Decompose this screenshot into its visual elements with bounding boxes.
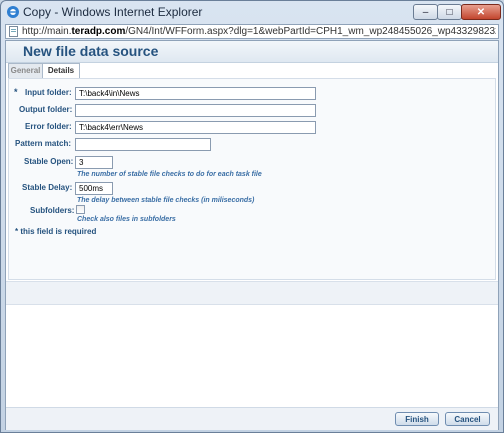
error-folder-label: Error folder: — [25, 122, 72, 131]
dialog-footer: Finish Cancel — [6, 407, 498, 430]
ie-icon — [7, 6, 19, 18]
address-url: http://main.teradp.com/GN4/Int/WFForm.as… — [22, 26, 496, 37]
tab-details[interactable]: Details — [42, 63, 80, 79]
details-panel: * Input folder: T:\back4\in\News Output … — [8, 78, 496, 280]
subfolders-label: Subfolders: — [30, 206, 75, 215]
close-button[interactable]: ✕ — [461, 4, 501, 20]
page-title: New file data source — [23, 43, 159, 59]
pattern-match-field[interactable] — [75, 138, 211, 151]
window-title: Copy - Windows Internet Explorer — [23, 5, 203, 19]
stable-delay-hint: The delay between stable file checks (in… — [77, 197, 255, 204]
stable-open-hint: The number of stable file checks to do f… — [77, 171, 262, 178]
subfolders-hint: Check also files in subfolders — [77, 216, 176, 223]
finish-button[interactable]: Finish — [395, 412, 439, 426]
tab-general[interactable]: General — [8, 63, 43, 78]
close-icon: ✕ — [476, 6, 486, 18]
required-note: * this field is required — [15, 227, 97, 236]
output-folder-label: Output folder: — [19, 105, 73, 114]
minimize-button[interactable]: ‒ — [413, 4, 438, 20]
input-folder-label: Input folder: — [25, 88, 72, 97]
dialog-content: New file data source General Details * I… — [5, 40, 499, 430]
page-icon — [9, 26, 18, 37]
minimize-icon: ‒ — [422, 6, 429, 18]
separator-bar — [6, 281, 498, 305]
browser-window: Copy - Windows Internet Explorer ‒ □ ✕ h… — [0, 0, 504, 433]
address-bar[interactable]: http://main.teradp.com/GN4/Int/WFForm.as… — [5, 24, 499, 39]
stable-open-label: Stable Open: — [24, 157, 74, 166]
required-marker: * — [14, 87, 18, 97]
dialog-header: New file data source — [6, 41, 498, 63]
maximize-icon: □ — [446, 6, 453, 18]
error-folder-field[interactable]: T:\back4\err\News — [75, 121, 316, 134]
cancel-button[interactable]: Cancel — [445, 412, 490, 426]
input-folder-field[interactable]: T:\back4\in\News — [75, 87, 316, 100]
pattern-match-label: Pattern match: — [15, 139, 72, 148]
maximize-button[interactable]: □ — [437, 4, 462, 20]
output-folder-field[interactable] — [75, 104, 316, 117]
title-bar: Copy - Windows Internet Explorer ‒ □ ✕ — [1, 1, 503, 23]
subfolders-checkbox[interactable] — [76, 205, 85, 214]
stable-delay-field[interactable]: 500ms — [75, 182, 113, 195]
stable-open-field[interactable]: 3 — [75, 156, 113, 169]
stable-delay-label: Stable Delay: — [22, 183, 73, 192]
